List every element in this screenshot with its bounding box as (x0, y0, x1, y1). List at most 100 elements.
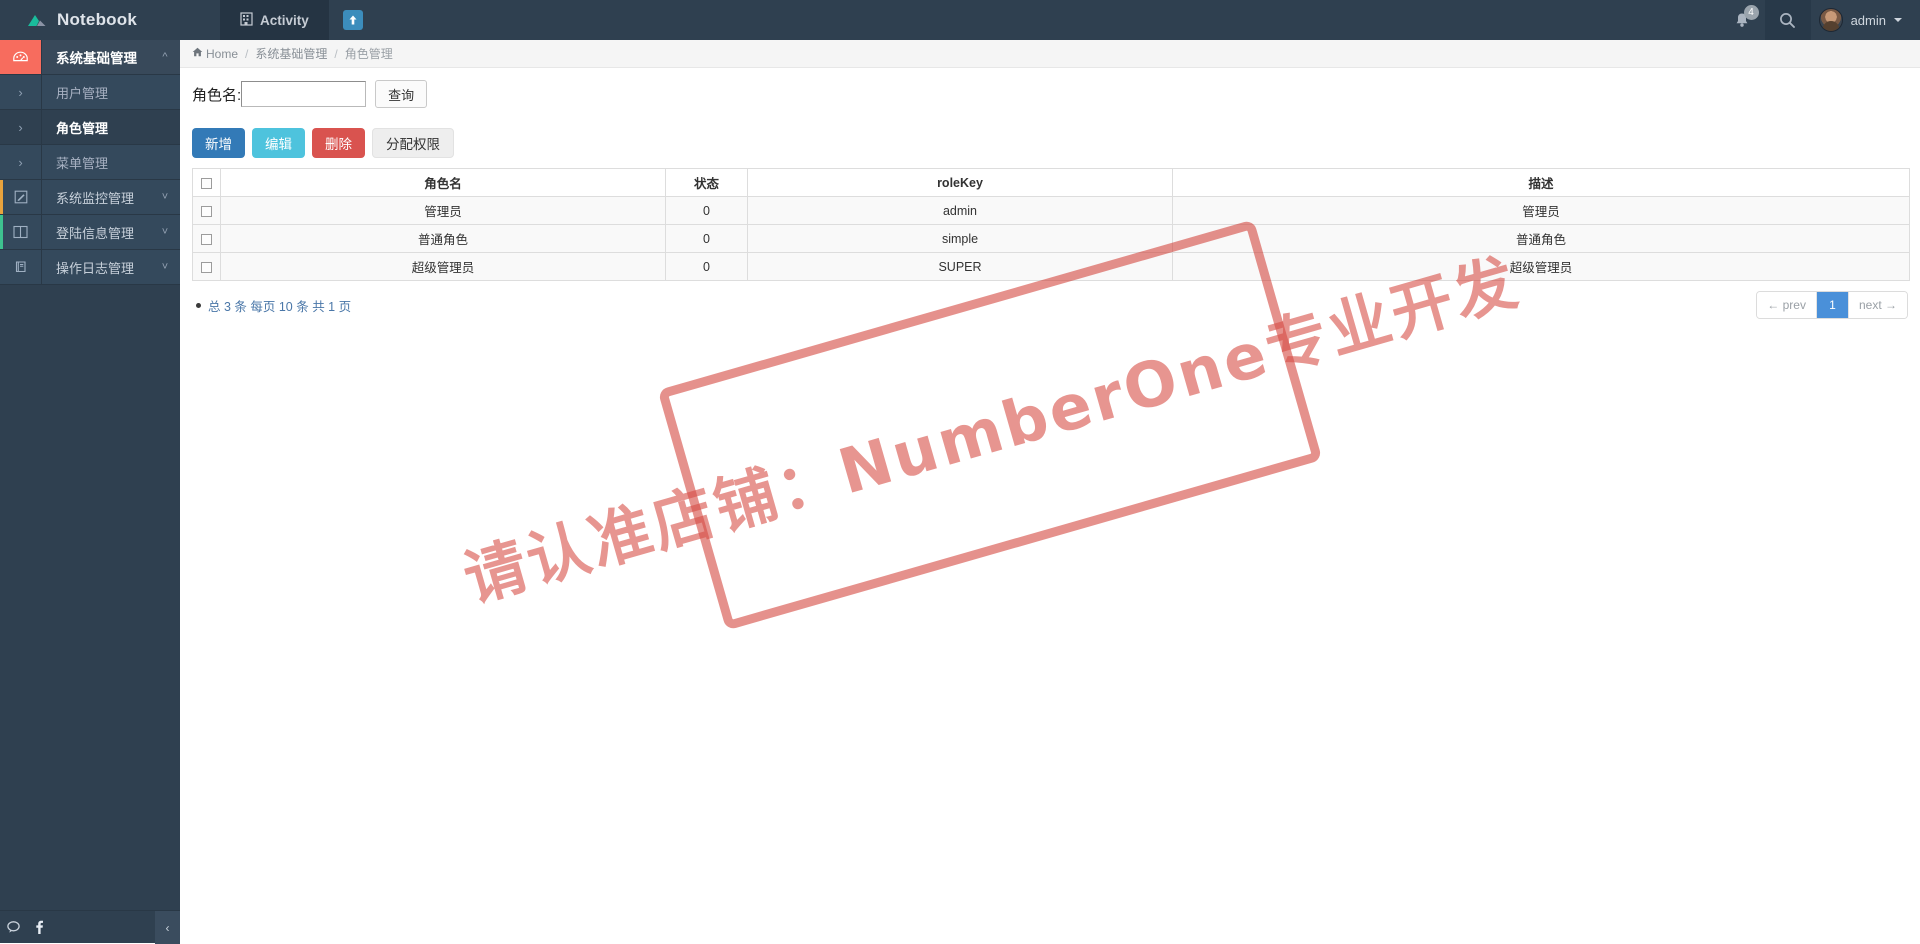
sidebar-item-user-mgmt[interactable]: › 用户管理 (0, 75, 180, 110)
notifications-button[interactable]: 4 (1719, 0, 1765, 40)
cell-name: 超级管理员 (220, 252, 666, 281)
username-label: admin (1850, 12, 1886, 28)
breadcrumb-home[interactable]: Home (192, 47, 238, 61)
cell-rolekey: simple (747, 224, 1173, 253)
notification-badge: 4 (1743, 5, 1759, 20)
cell-status: 0 (665, 224, 748, 253)
sidebar-item-system-base[interactable]: 系统基础管理 ^ (0, 40, 180, 75)
cell-rolekey: admin (747, 196, 1173, 225)
sidebar-item-label: 系统监控管理 (56, 190, 135, 206)
sidebar-item-login-info[interactable]: 登陆信息管理 ˅ (0, 215, 180, 250)
cell-desc: 超级管理员 (1172, 252, 1910, 281)
sidebar-item-label: 菜单管理 (56, 155, 109, 171)
cell-status: 0 (665, 252, 748, 281)
row-checkbox[interactable] (201, 233, 212, 245)
chat-bubble-icon[interactable] (0, 911, 26, 944)
select-all-checkbox[interactable] (201, 177, 212, 189)
sidebar-footer: ‹ (0, 910, 180, 944)
sidebar: 系统基础管理 ^ › 用户管理 › 角色管理 › 菜单管理 系统监控管理 ˅ 登… (0, 40, 180, 944)
sidebar-item-label: 角色管理 (56, 120, 109, 136)
cell-desc: 普通角色 (1172, 224, 1910, 253)
brand[interactable]: Notebook (0, 0, 220, 40)
table-row[interactable]: 管理员 0 admin 管理员 (192, 196, 1910, 225)
breadcrumb-separator: / (245, 46, 249, 61)
accent-bar (0, 215, 3, 249)
columns-icon (0, 215, 42, 249)
table-footer: 总 3 条 每页 10 条 共 1 页 ← prev 1 next → (180, 281, 1920, 319)
role-table: 角色名 状态 roleKey 描述 管理员 0 admin 管理员 普通角色 0… (192, 168, 1910, 281)
column-header-name: 角色名 (220, 168, 666, 197)
action-toolbar: 新增 编辑 删除 分配权限 (180, 114, 1920, 168)
chevron-down-icon: ˅ (161, 261, 169, 273)
search-row: 角色名: 查询 (180, 68, 1920, 114)
breadcrumb-home-label: Home (206, 46, 239, 61)
pagination: ← prev 1 next → (1756, 291, 1908, 319)
chevron-down-icon (1894, 18, 1902, 22)
table-header-row: 角色名 状态 roleKey 描述 (192, 168, 1910, 197)
breadcrumb-level1[interactable]: 系统基础管理 (255, 45, 327, 62)
delete-button[interactable]: 删除 (312, 128, 365, 158)
pagination-page-1[interactable]: 1 (1816, 292, 1849, 318)
breadcrumb-separator: / (334, 46, 338, 61)
sidebar-item-label: 操作日志管理 (56, 260, 135, 276)
table-row[interactable]: 普通角色 0 simple 普通角色 (192, 224, 1910, 253)
pagination-prev[interactable]: ← prev (1757, 292, 1817, 318)
brand-name: Notebook (57, 10, 137, 29)
column-header-status: 状态 (665, 168, 748, 197)
pagination-summary-text: 总 3 条 每页 10 条 共 1 页 (208, 299, 352, 314)
upload-chip-button[interactable] (328, 0, 377, 40)
breadcrumb-current: 角色管理 (344, 47, 393, 61)
sidebar-collapse-button[interactable]: ‹ (155, 911, 180, 944)
user-menu[interactable]: admin (1811, 0, 1920, 40)
search-button[interactable] (1764, 0, 1811, 40)
search-label: 角色名: (192, 86, 242, 104)
sidebar-item-menu-mgmt[interactable]: › 菜单管理 (0, 145, 180, 180)
chevron-right-icon: › (0, 110, 42, 144)
top-navbar: Notebook Activity 4 admin (0, 0, 1920, 40)
pagination-summary: 总 3 条 每页 10 条 共 1 页 (196, 296, 351, 315)
cell-status: 0 (665, 196, 748, 225)
navbar-right: 4 admin (1719, 0, 1920, 40)
table-row[interactable]: 超级管理员 0 SUPER 超级管理员 (192, 252, 1910, 281)
add-button[interactable]: 新增 (192, 128, 245, 158)
pencil-icon (0, 180, 42, 214)
home-icon (192, 47, 203, 60)
breadcrumb: Home / 系统基础管理 / 角色管理 (180, 40, 1920, 68)
building-icon (240, 11, 253, 29)
chevron-right-icon: › (0, 75, 42, 109)
sidebar-item-operation-log[interactable]: 操作日志管理 ˅ (0, 250, 180, 285)
sidebar-item-label: 用户管理 (56, 85, 109, 101)
book-icon (0, 250, 42, 284)
navbar-spacer (377, 0, 1719, 40)
chevron-right-icon: › (0, 145, 42, 179)
accent-bar (0, 180, 3, 214)
cell-name: 普通角色 (220, 224, 666, 253)
pagination-next[interactable]: next → (1848, 292, 1907, 318)
role-table-wrapper: 角色名 状态 roleKey 描述 管理员 0 admin 管理员 普通角色 0… (180, 168, 1920, 281)
row-select-cell (192, 196, 221, 225)
main-content: Home / 系统基础管理 / 角色管理 角色名: 查询 新增 编辑 删除 分配… (180, 40, 1920, 943)
arrow-up-icon (342, 10, 363, 30)
bullet-icon (196, 302, 201, 308)
edit-button[interactable]: 编辑 (252, 128, 305, 158)
row-select-cell (192, 224, 221, 253)
sidebar-item-system-monitor[interactable]: 系统监控管理 ˅ (0, 180, 180, 215)
sidebar-item-label: 系统基础管理 (56, 51, 137, 66)
avatar (1818, 8, 1843, 32)
search-input[interactable] (241, 81, 367, 107)
sidebar-item-role-mgmt[interactable]: › 角色管理 (0, 110, 180, 145)
chevron-down-icon: ˅ (161, 226, 169, 238)
row-checkbox[interactable] (201, 261, 212, 273)
facebook-icon[interactable] (26, 911, 52, 944)
chevron-up-icon: ^ (162, 51, 168, 63)
search-icon (1780, 12, 1796, 28)
cell-name: 管理员 (220, 196, 666, 225)
assign-permission-button[interactable]: 分配权限 (372, 128, 454, 158)
query-button[interactable]: 查询 (375, 80, 428, 108)
tab-activity[interactable]: Activity (220, 0, 329, 40)
cell-desc: 管理员 (1172, 196, 1910, 225)
column-header-desc: 描述 (1172, 168, 1910, 197)
cell-rolekey: SUPER (747, 252, 1173, 281)
row-checkbox[interactable] (201, 205, 212, 217)
select-all-header (192, 168, 221, 197)
